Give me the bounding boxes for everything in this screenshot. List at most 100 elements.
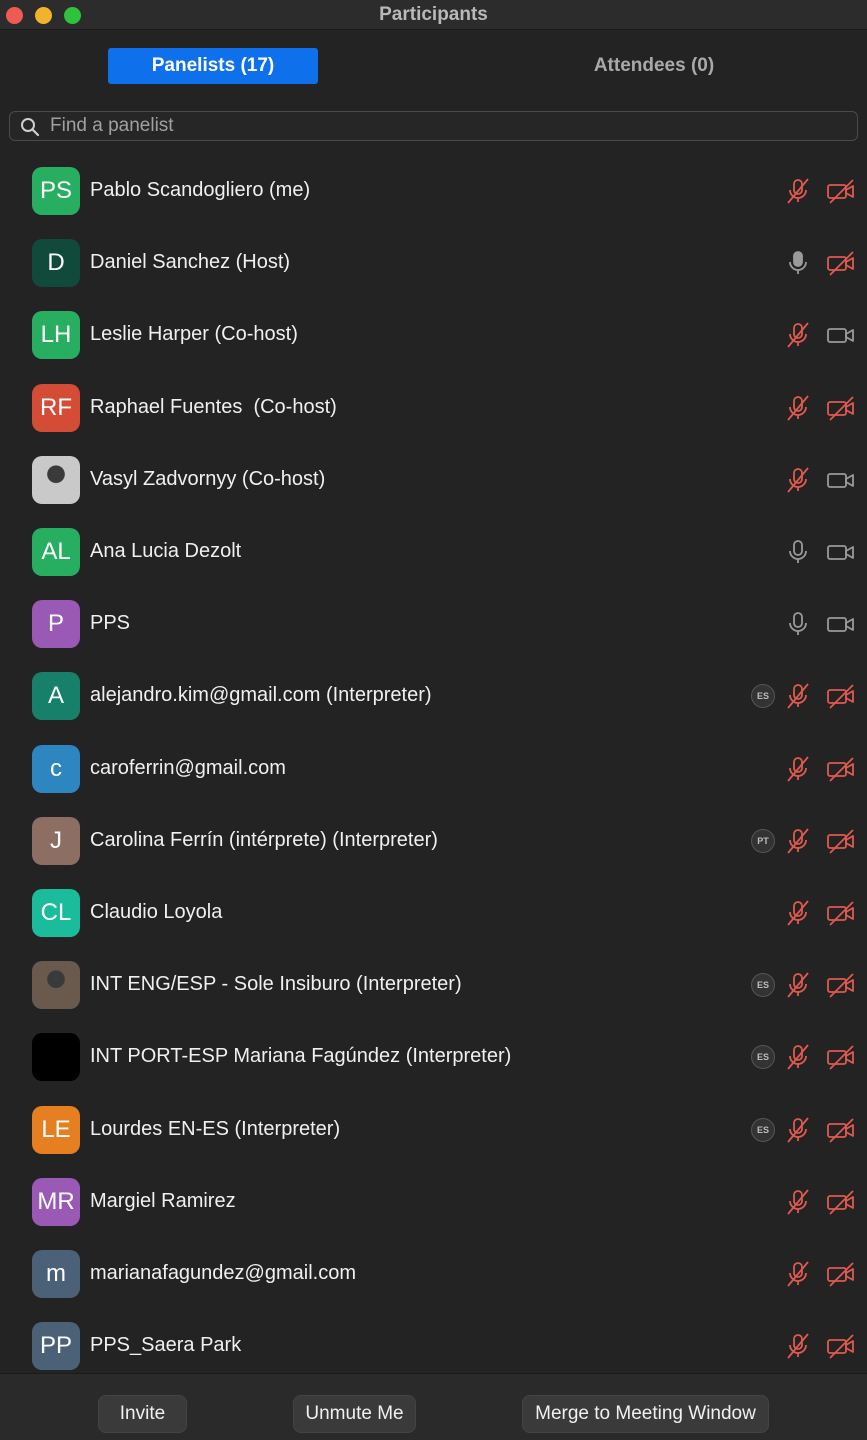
avatar-photo xyxy=(32,961,80,1010)
merge-to-meeting-window-button[interactable]: Merge to Meeting Window xyxy=(522,1395,769,1433)
participant-row[interactable]: Vasyl Zadvornyy (Co-host) xyxy=(0,444,867,516)
participant-name: marianafagundez@gmail.com xyxy=(90,1262,356,1284)
participant-row[interactable]: RF Raphael Fuentes (Co-host) xyxy=(0,372,867,444)
avatar: MR xyxy=(32,1177,80,1226)
mic-muted-icon[interactable] xyxy=(784,1043,812,1071)
participant-row[interactable]: c caroferrin@gmail.com xyxy=(0,733,867,805)
avatar: J xyxy=(32,816,80,865)
mic-muted-icon[interactable] xyxy=(784,394,812,422)
participant-row[interactable]: PS Pablo Scandogliero (me) xyxy=(0,155,867,227)
video-camera-icon[interactable] xyxy=(826,538,856,566)
mic-muted-icon[interactable] xyxy=(784,466,812,494)
participant-row[interactable]: PP PPS_Saera Park xyxy=(0,1310,867,1373)
video-off-icon[interactable] xyxy=(826,1188,856,1216)
participant-name: Ana Lucia Dezolt xyxy=(90,540,242,562)
participant-row[interactable]: Aalejandro.kim@gmail.com (Interpreter) ES xyxy=(0,660,867,732)
video-off-icon[interactable] xyxy=(826,1043,856,1071)
language-badge: ES xyxy=(751,973,775,998)
avatar: LE xyxy=(32,1105,80,1154)
video-off-icon[interactable] xyxy=(826,827,856,855)
microphone-icon[interactable] xyxy=(784,610,812,638)
video-off-icon[interactable] xyxy=(826,1332,856,1360)
participant-row[interactable]: INT PORT-ESP Mariana Fagúndez (Interpret… xyxy=(0,1021,867,1093)
mic-muted-icon[interactable] xyxy=(784,177,812,205)
participant-row[interactable]: P PPS xyxy=(0,588,867,660)
participant-name: PPS_Saera Park xyxy=(90,1334,242,1357)
participant-row[interactable]: D Daniel Sanchez (Host) xyxy=(0,227,867,299)
microphone-icon[interactable] xyxy=(784,538,812,566)
mic-muted-icon[interactable] xyxy=(784,682,812,710)
title-bar: Participants xyxy=(0,0,867,30)
mic-muted-icon[interactable] xyxy=(784,899,812,927)
language-badge: ES xyxy=(751,684,775,709)
participant-name: Margiel Ramirez xyxy=(90,1189,236,1212)
participant-name: INT ENG/ESP - Sole Insiburo (Interpreter… xyxy=(90,973,462,996)
participant-name: INT PORT-ESP Mariana Fagúndez (Interpret… xyxy=(90,1045,512,1068)
microphone-icon[interactable] xyxy=(784,249,812,277)
footer-bar: Invite Unmute Me Merge to Meeting Window xyxy=(0,1373,867,1440)
participant-row[interactable]: MR Margiel Ramirez xyxy=(0,1166,867,1238)
avatar: PP xyxy=(32,1322,80,1371)
video-off-icon[interactable] xyxy=(826,971,856,999)
search-icon xyxy=(21,118,40,137)
search-input[interactable] xyxy=(50,112,840,140)
participant-name: Lourdes EN-ES (Interpreter) xyxy=(90,1117,341,1140)
participant-tabs: Panelists (17) Attendees (0) xyxy=(0,48,867,84)
participant-row[interactable]: J Carolina Ferrín (intérprete) (Interpret… xyxy=(0,805,867,877)
language-badge: ES xyxy=(751,1045,775,1070)
language-badge: PT xyxy=(751,828,775,853)
mic-muted-icon[interactable] xyxy=(784,827,812,855)
search-box xyxy=(9,111,858,141)
video-camera-icon[interactable] xyxy=(826,321,856,349)
participant-name: caroferrin@gmail.com xyxy=(90,756,286,779)
participant-name: Vasyl Zadvornyy (Co-host) xyxy=(90,467,326,490)
mic-muted-icon[interactable] xyxy=(784,1116,812,1144)
mic-muted-icon[interactable] xyxy=(784,321,812,349)
mic-muted-icon[interactable] xyxy=(784,1188,812,1216)
participant-name: Leslie Harper (Co-host) xyxy=(90,323,298,346)
participant-name: Claudio Loyola xyxy=(90,901,223,923)
avatar xyxy=(32,1033,80,1082)
avatar: P xyxy=(32,600,80,649)
video-camera-icon[interactable] xyxy=(826,466,856,494)
avatar: A xyxy=(32,672,80,721)
participant-name: PPS xyxy=(90,612,131,635)
participant-row[interactable]: m marianafagundez@gmail.com xyxy=(0,1238,867,1310)
participant-row[interactable]: AL Ana Lucia Dezolt xyxy=(0,516,867,588)
language-badge: ES xyxy=(751,1117,775,1142)
avatar: m xyxy=(32,1250,80,1298)
video-off-icon[interactable] xyxy=(826,682,856,710)
avatar-photo xyxy=(32,455,80,504)
participant-list: PS Pablo Scandogliero (me) D Daniel Sanchez… xyxy=(0,155,867,1373)
video-off-icon[interactable] xyxy=(826,394,856,422)
invite-button[interactable]: Invite xyxy=(98,1395,187,1433)
participant-name: Raphael Fuentes (Co-host) xyxy=(90,395,337,418)
participant-row[interactable]: INT ENG/ESP - Sole Insiburo (Interpreter… xyxy=(0,949,867,1021)
video-off-icon[interactable] xyxy=(826,755,856,783)
video-camera-icon[interactable] xyxy=(826,610,856,638)
avatar: D xyxy=(32,239,80,288)
avatar: c xyxy=(32,744,80,793)
video-off-icon[interactable] xyxy=(826,1260,856,1288)
unmute-me-button[interactable]: Unmute Me xyxy=(293,1395,416,1433)
participant-row[interactable]: CL Claudio Loyola xyxy=(0,877,867,949)
mic-muted-icon[interactable] xyxy=(784,1332,812,1360)
tab-attendees[interactable]: Attendees (0) xyxy=(548,48,760,84)
mic-muted-icon[interactable] xyxy=(784,1260,812,1288)
avatar: CL xyxy=(32,889,80,937)
participant-name: alejandro.kim@gmail.com (Interpreter) xyxy=(90,684,432,707)
avatar: AL xyxy=(32,528,80,576)
participant-row[interactable]: LE Lourdes EN-ES (Interpreter) ES xyxy=(0,1094,867,1166)
video-off-icon[interactable] xyxy=(826,1116,856,1144)
mic-muted-icon[interactable] xyxy=(784,755,812,783)
video-off-icon[interactable] xyxy=(826,249,856,277)
avatar: RF xyxy=(32,383,80,432)
participant-name: Carolina Ferrín (intérprete) (Interprete… xyxy=(90,828,438,851)
avatar: LH xyxy=(32,311,80,360)
video-off-icon[interactable] xyxy=(826,177,856,205)
participant-row[interactable]: LH Leslie Harper (Co-host) xyxy=(0,299,867,371)
participant-name: Pablo Scandogliero (me) xyxy=(90,179,311,201)
tab-panelists[interactable]: Panelists (17) xyxy=(108,48,318,84)
mic-muted-icon[interactable] xyxy=(784,971,812,999)
video-off-icon[interactable] xyxy=(826,899,856,927)
